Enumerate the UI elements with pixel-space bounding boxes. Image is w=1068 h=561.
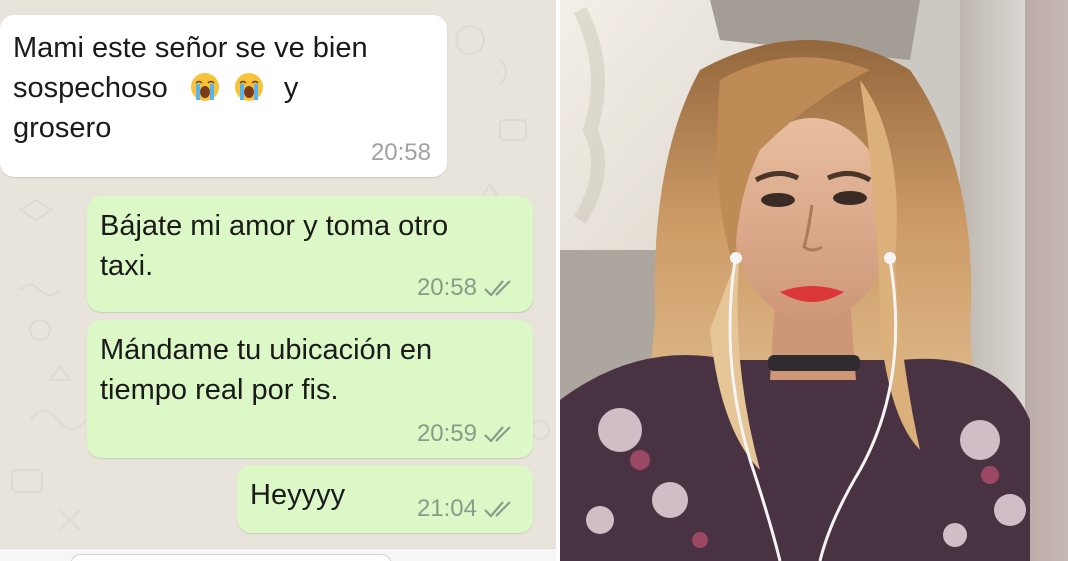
message-meta: 20:59 — [417, 422, 517, 446]
double-check-icon — [484, 280, 511, 297]
message-line: Mami este señor se ve bien — [13, 32, 368, 64]
outgoing-message-bubble[interactable]: Mándame tu ubicación en tiempo real por … — [87, 320, 533, 458]
message-line: sospechoso y — [13, 68, 368, 108]
message-timestamp: 20:59 — [416, 420, 477, 447]
selfie-photo — [560, 0, 1068, 561]
chat-panel: Mami este señor se ve bien sospechoso y … — [0, 0, 556, 561]
message-text: Mándame tu ubicación en tiempo real por … — [100, 334, 433, 406]
message-text: Heyyyy — [250, 479, 346, 511]
compose-bar — [0, 548, 556, 561]
incoming-message-bubble[interactable]: Mami este señor se ve bien sospechoso y … — [0, 15, 447, 177]
double-check-icon — [484, 501, 511, 518]
message-input[interactable] — [70, 554, 392, 561]
message-line-text: sospechoso — [13, 72, 168, 104]
message-timestamp: 20:58 — [416, 274, 477, 301]
message-timestamp: 21:04 — [416, 495, 477, 522]
message-line-text: y — [283, 72, 299, 104]
double-check-icon — [484, 426, 511, 443]
message-text: Mami este señor se ve bien sospechoso y … — [13, 28, 368, 148]
loudly-crying-face-icon — [234, 73, 263, 101]
message-meta: 21:04 — [417, 497, 517, 521]
message-timestamp: 20:58 — [370, 139, 431, 166]
message-meta: 20:58 — [417, 276, 517, 300]
message-text: Bájate mi amor y toma otro taxi. — [100, 210, 449, 282]
loudly-crying-face-icon — [190, 73, 219, 101]
message-meta: 20:58 — [371, 141, 431, 165]
outgoing-message-bubble[interactable]: Heyyyy 21:04 — [237, 465, 533, 533]
selfie-illustration — [560, 0, 1068, 561]
outgoing-message-bubble[interactable]: Bájate mi amor y toma otro taxi. 20:58 — [87, 196, 533, 312]
message-line: grosero — [13, 112, 112, 144]
composite-image: Mami este señor se ve bien sospechoso y … — [0, 0, 1068, 561]
